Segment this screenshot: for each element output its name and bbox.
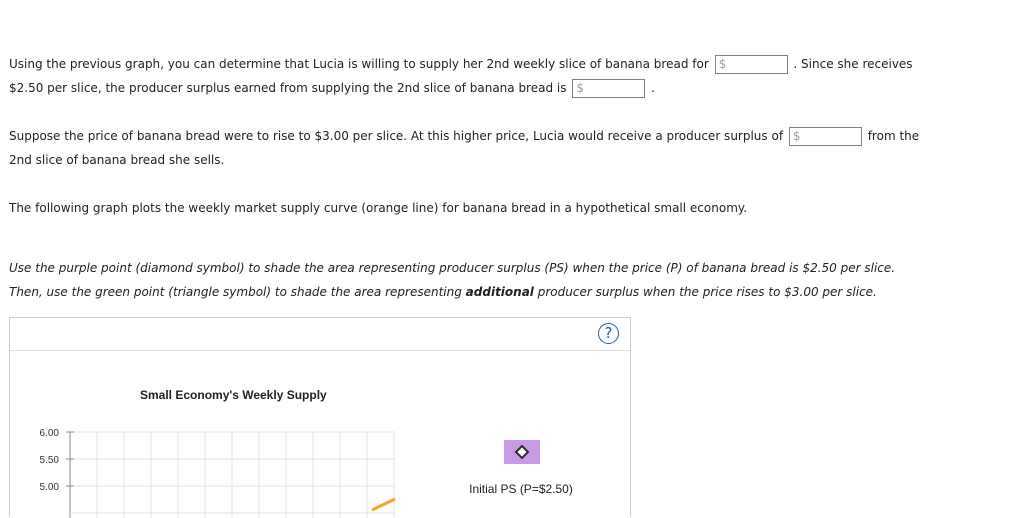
question-text: . — [651, 81, 655, 95]
willing-price-field[interactable]: $ — [714, 55, 788, 74]
chart-title: Small Economy's Weekly Supply — [140, 388, 327, 402]
instruction-emphasis: additional — [465, 285, 534, 299]
graph-description: The following graph plots the weekly mar… — [9, 200, 747, 216]
question-text: 2nd slice of banana bread she sells. — [9, 153, 225, 167]
y-tick-label: 6.00 — [40, 428, 60, 439]
instruction-text: producer surplus when the price rises to… — [533, 285, 877, 299]
producer-surplus-2-50-field[interactable]: $ — [572, 79, 646, 98]
willing-price-input[interactable] — [727, 57, 784, 72]
supply-curve — [371, 497, 396, 512]
y-tick-label: 5.00 — [40, 482, 60, 493]
y-tick-label: 5.50 — [40, 455, 60, 466]
question-line-1: Using the previous graph, you can determ… — [9, 55, 913, 74]
producer-surplus-3-00-field[interactable]: $ — [788, 127, 862, 146]
question-text: Using the previous graph, you can determ… — [9, 57, 709, 71]
question-text: from the — [867, 129, 920, 143]
initial-ps-tool[interactable] — [504, 440, 540, 464]
instruction-text: Then, use the green point (triangle symb… — [9, 285, 466, 299]
plot-grid — [66, 431, 395, 518]
dollar-sign: $ — [718, 57, 727, 71]
supply-chart[interactable]: Small Economy's Weekly Supply 6.00 5.50 — [10, 318, 630, 518]
dollar-sign: $ — [576, 81, 584, 95]
question-line-3: Suppose the price of banana bread were t… — [9, 127, 919, 146]
instruction-text: Use the purple point (diamond symbol) to… — [9, 261, 896, 275]
graph-description-text: The following graph plots the weekly mar… — [9, 201, 748, 215]
instruction-line-2: Then, use the green point (triangle symb… — [9, 284, 877, 300]
instruction-line-1: Use the purple point (diamond symbol) to… — [9, 260, 895, 276]
dollar-sign: $ — [792, 129, 801, 143]
question-text: Suppose the price of banana bread were t… — [9, 129, 784, 143]
graph-panel: ? Small Economy's Weekly Supply 6.00 5.5… — [9, 317, 631, 518]
producer-surplus-3-00-input[interactable] — [801, 129, 858, 144]
question-text: $2.50 per slice, the producer surplus ea… — [9, 81, 567, 95]
question-line-4: 2nd slice of banana bread she sells. — [9, 152, 224, 168]
question-line-2: $2.50 per slice, the producer surplus ea… — [9, 79, 655, 98]
initial-ps-label: Initial PS (P=$2.50) — [469, 482, 573, 496]
producer-surplus-2-50-input[interactable] — [585, 81, 642, 96]
question-text: . Since she receives — [793, 57, 913, 71]
